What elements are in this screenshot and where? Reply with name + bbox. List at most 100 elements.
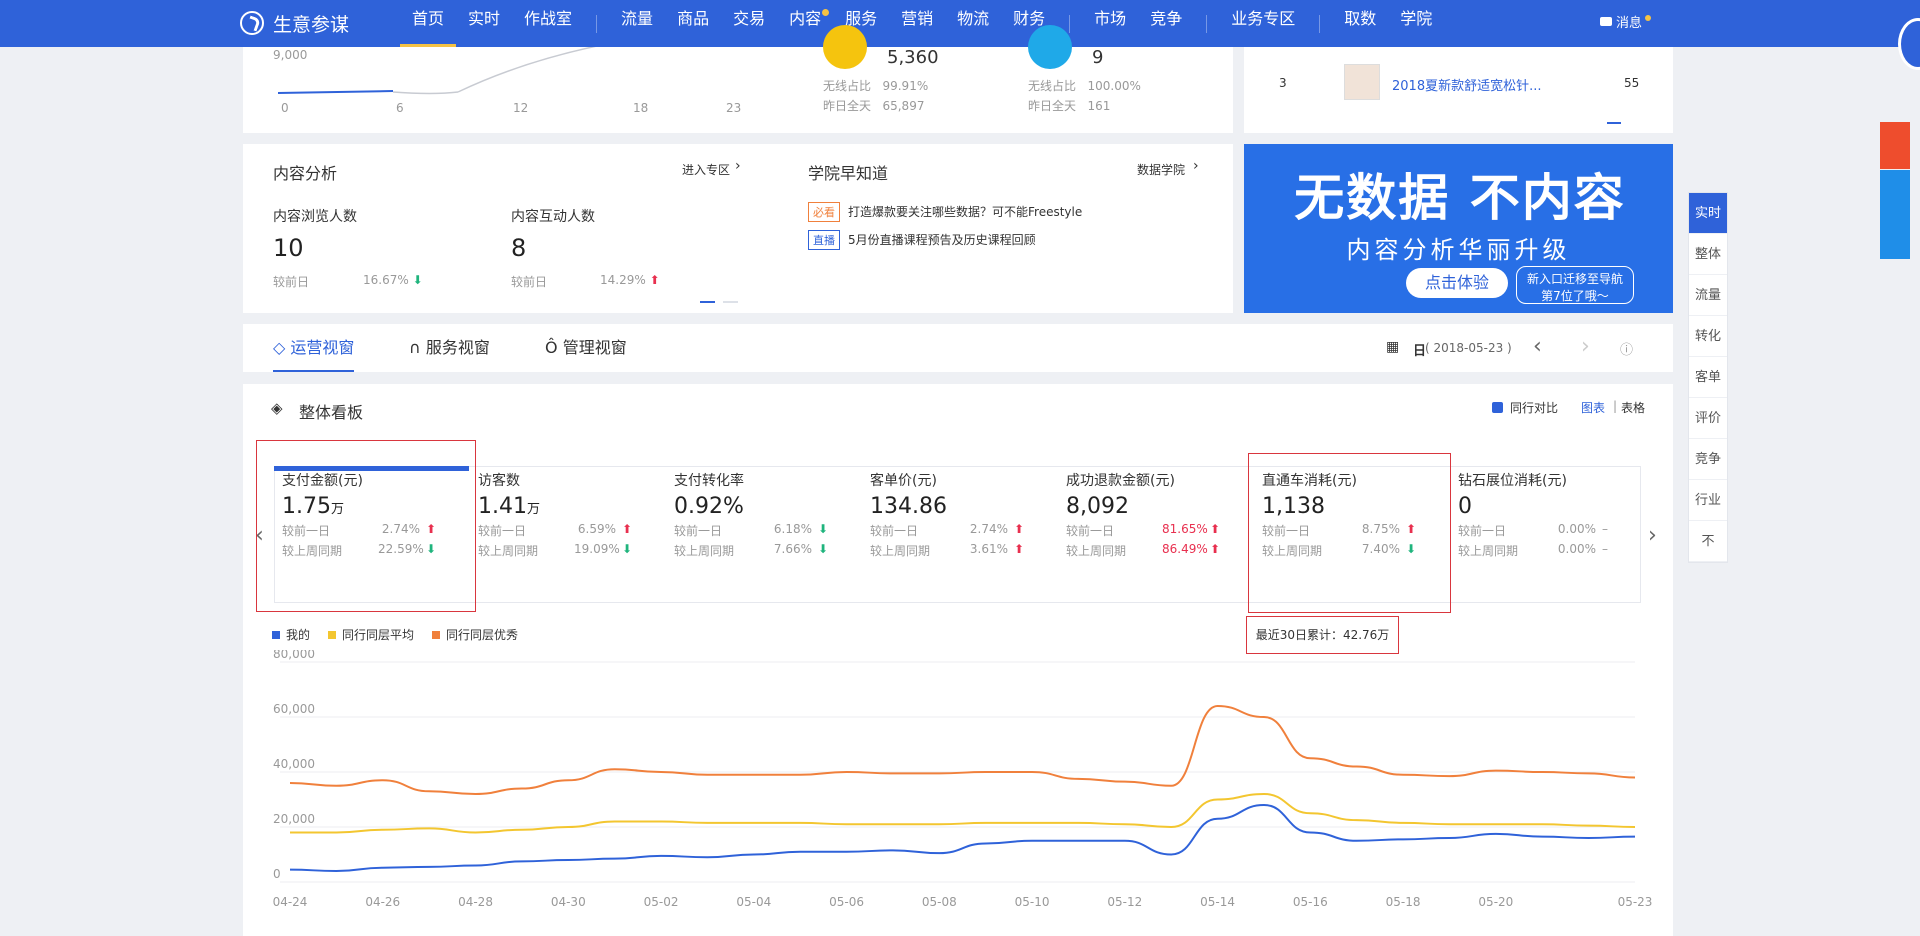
nav-divider [1206, 14, 1208, 33]
metric-title: 成功退款金额(元) [1066, 473, 1175, 489]
chart-view-toggle[interactable]: 图表 [1581, 399, 1605, 416]
nav-products[interactable]: 商品 [665, 0, 721, 47]
pager-dot[interactable] [723, 301, 738, 303]
product-value: 55 [1624, 76, 1640, 90]
metric-card[interactable]: 成功退款金额(元) 8,092 较前一日 81.65% ⬆ 较上周同期 86.49% ⬆ [1066, 470, 1262, 602]
nav-competition[interactable]: 竞争 [1138, 0, 1194, 47]
mail-icon [1600, 17, 1612, 26]
nav-market[interactable]: 市场 [1082, 0, 1138, 47]
metric-card[interactable]: 钻石展位消耗(元) 0 较前一日 0.00% – 较上周同期 0.00% – [1458, 470, 1654, 602]
calendar-icon[interactable]: ▦ [1386, 339, 1399, 355]
x-tick-label: 05-06 [829, 895, 864, 909]
arrow-down-icon: ⬇ [622, 542, 633, 556]
flat-dash-icon: – [1602, 542, 1608, 556]
timer-icon[interactable] [1880, 212, 1910, 259]
metric-compare-row: 较上周同期 3.61% ⬆ [870, 542, 1066, 559]
stat-value: 9 [1092, 47, 1104, 68]
highlight-box [256, 440, 476, 612]
pager-dot-active[interactable] [1607, 122, 1621, 124]
chat-icon[interactable] [1880, 170, 1910, 217]
compare-pct-value: 16.67% [363, 273, 409, 287]
legend-item[interactable]: 同行同层优秀 [432, 626, 518, 643]
nav-marketing[interactable]: 营销 [889, 0, 945, 47]
metric-card[interactable]: 客单价(元) 134.86 较前一日 2.74% ⬆ 较上周同期 3.61% ⬆ [870, 470, 1066, 602]
compare-checkbox[interactable] [1492, 402, 1503, 413]
metric-card[interactable]: 访客数 1.41万 较前一日 6.59% ⬆ 较上周同期 19.09% ⬇ [478, 470, 674, 602]
quick-nav-conversion[interactable]: 转化 [1689, 316, 1727, 357]
quick-nav-reviews[interactable]: 评价 [1689, 398, 1727, 439]
hourly-trend-chart: 9,000 0 6 12 18 23 [273, 26, 744, 115]
arrow-down-icon: ⬇ [412, 273, 423, 287]
nav-logistics[interactable]: 物流 [945, 0, 1001, 47]
yesterday-trend-line [457, 26, 744, 93]
enter-zone-link[interactable]: 进入专区 [682, 161, 730, 178]
chevron-right-icon[interactable]: › [1581, 334, 1590, 359]
tab-management-label: 管理视窗 [562, 338, 627, 357]
academy-item-link[interactable]: 5月份直播课程预告及历史课程回顾 [848, 231, 1036, 248]
metric-card[interactable]: 支付转化率 0.92% 较前一日 6.18% ⬇ 较上周同期 7.66% ⬇ [674, 470, 870, 602]
compare-value: 3.61% [969, 542, 1008, 556]
stat-wireless-value: 99.91% [882, 79, 929, 93]
bell-icon[interactable] [1880, 122, 1910, 169]
stat-yesterday: 昨日全天 65,897 [823, 97, 1023, 114]
quick-nav-order-value[interactable]: 客单 [1689, 357, 1727, 398]
quick-nav-competition[interactable]: 竞争 [1689, 439, 1727, 480]
nav-realtime[interactable]: 实时 [456, 0, 512, 47]
banner-subtitle: 内容分析华丽升级 [1346, 236, 1571, 264]
x-tick-label: 05-04 [736, 895, 771, 909]
chevron-right-icon[interactable]: › [735, 158, 741, 174]
x-tick-label: 04-28 [458, 895, 493, 909]
stat-icon [1028, 25, 1072, 69]
quick-nav-overall[interactable]: 整体 [1689, 234, 1727, 275]
stat-yesterday-value: 161 [1087, 99, 1111, 113]
nav-home[interactable]: 首页 [400, 0, 457, 47]
nav-divider [1069, 14, 1071, 33]
nav-battle-room[interactable]: 作战室 [512, 0, 584, 47]
nav-data-fetch[interactable]: 取数 [1332, 0, 1388, 47]
bubble-line-2: 第7位了哦～ [1541, 289, 1609, 303]
promo-banner[interactable]: 无数据 不内容 内容分析华丽升级 点击体验 新入口迁移至导航 第7位了哦～ [1244, 144, 1673, 313]
compare-label[interactable]: 同行对比 [1510, 399, 1558, 416]
metric-value: 134.86 [870, 494, 947, 519]
metric-value: 0.92% [674, 494, 744, 519]
academy-item-link[interactable]: 打造爆款要关注哪些数据？可不能Freestyle [848, 203, 1082, 220]
layers-icon: ◈ [271, 399, 283, 417]
chevron-right-icon[interactable]: › [1193, 158, 1199, 174]
top-products-card: 3 2018夏新款舒适宽松针... 55 [1244, 47, 1673, 133]
series-line[interactable] [289, 704, 1636, 796]
tab-management[interactable]: Ô 管理视窗 [545, 324, 627, 372]
tag-live: 直播 [808, 230, 840, 250]
data-academy-link[interactable]: 数据学院 [1137, 161, 1185, 178]
x-tick: 12 [513, 101, 528, 115]
message-label: 消息 [1616, 16, 1643, 31]
compare-label: 较前一日 [674, 524, 723, 538]
tab-operations[interactable]: ◇ 运营视窗 [273, 324, 355, 372]
stat-wireless: 无线占比 100.00% [1028, 77, 1228, 94]
product-thumbnail[interactable] [1344, 64, 1380, 100]
series-line[interactable] [289, 803, 1636, 873]
pager-dot-active[interactable] [700, 301, 715, 303]
metric-title: 支付转化率 [674, 473, 744, 489]
back-to-top-icon[interactable]: 不 [1689, 521, 1727, 562]
nav-traffic[interactable]: 流量 [609, 0, 665, 47]
brand-logo[interactable]: 生意参谋 [240, 9, 349, 37]
quick-nav-industry[interactable]: 行业 [1689, 480, 1727, 521]
nav-business-zone[interactable]: 业务专区 [1219, 0, 1307, 47]
quick-nav-traffic[interactable]: 流量 [1689, 275, 1727, 316]
x-tick-label: 05-14 [1200, 895, 1235, 909]
try-now-button[interactable]: 点击体验 [1406, 268, 1508, 298]
metric-compare-row: 较前一日 6.18% ⬇ [674, 522, 870, 539]
product-link[interactable]: 2018夏新款舒适宽松针... [1392, 75, 1541, 94]
table-view-toggle[interactable]: 表格 [1621, 399, 1645, 416]
quick-nav-realtime[interactable]: 实时 [1689, 193, 1727, 234]
chevron-left-icon[interactable]: ‹ [1533, 334, 1542, 359]
legend-item[interactable]: 同行同层平均 [328, 626, 414, 643]
message-button[interactable]: 消息 [1600, 12, 1652, 31]
legend-item[interactable]: 我的 [272, 626, 310, 643]
nav-trade[interactable]: 交易 [721, 0, 777, 47]
date-value[interactable]: ( 2018-05-23 ) [1425, 341, 1512, 355]
info-icon[interactable]: ⓘ [1620, 339, 1633, 358]
top-navigation-bar: 生意参谋 首页 实时 作战室 流量 商品 交易 内容 服务 营销 物流 财务 市… [0, 0, 1920, 47]
tab-service[interactable]: ∩ 服务视窗 [409, 324, 490, 372]
nav-academy[interactable]: 学院 [1388, 0, 1444, 47]
